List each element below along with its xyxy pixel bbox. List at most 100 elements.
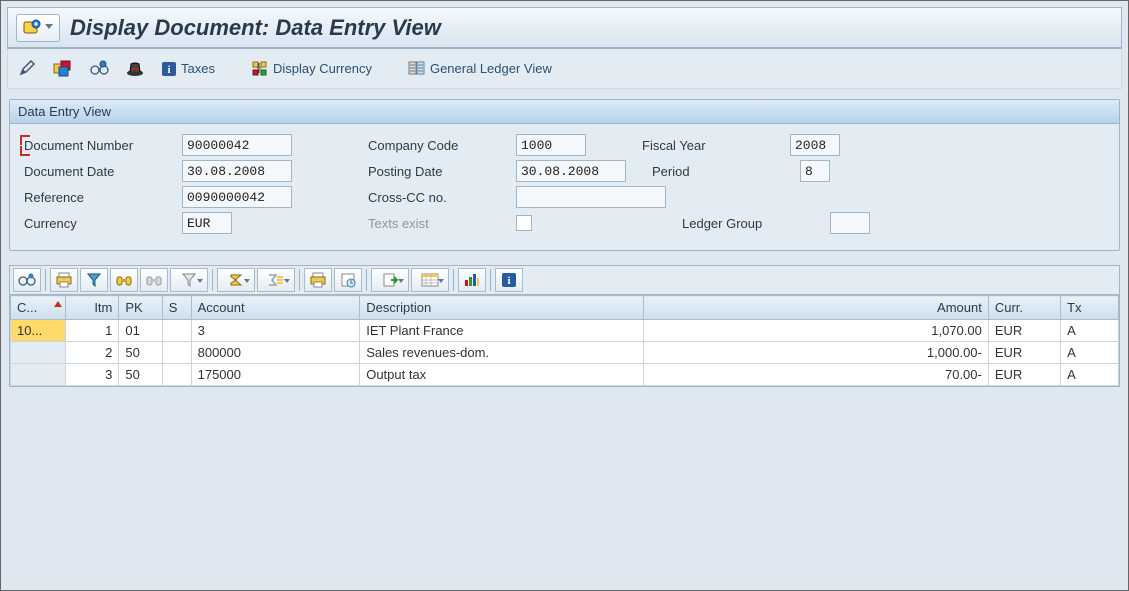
funnel-icon bbox=[182, 272, 196, 288]
app-window: Display Document: Data Entry View bbox=[0, 0, 1129, 591]
total-button[interactable] bbox=[217, 268, 255, 292]
ledger-group-field[interactable] bbox=[830, 212, 870, 234]
binoculars-icon bbox=[116, 272, 132, 288]
col-amount[interactable]: Amount bbox=[644, 296, 988, 320]
sort-asc-icon bbox=[54, 301, 62, 307]
cell-description: Sales revenues-dom. bbox=[360, 342, 644, 364]
doc-number-field[interactable] bbox=[182, 134, 292, 156]
doc-date-label: Document Date bbox=[24, 164, 174, 179]
cell-c bbox=[11, 342, 66, 364]
cell-pk: 50 bbox=[119, 364, 162, 386]
ledger-group-label: Ledger Group bbox=[682, 216, 822, 231]
cell-amount: 1,000.00- bbox=[644, 342, 988, 364]
page-title: Display Document: Data Entry View bbox=[70, 15, 441, 41]
col-c-label: C... bbox=[17, 300, 37, 315]
company-code-field[interactable] bbox=[516, 134, 586, 156]
layout-button[interactable] bbox=[411, 268, 449, 292]
table-row[interactable]: 2 50 800000 Sales revenues-dom. 1,000.00… bbox=[11, 342, 1119, 364]
command-field-button[interactable] bbox=[16, 14, 60, 42]
table-row[interactable]: 3 50 175000 Output tax 70.00- EUR A bbox=[11, 364, 1119, 386]
print-button[interactable] bbox=[50, 268, 78, 292]
cell-account: 3 bbox=[191, 320, 360, 342]
display-currency-button[interactable]: Display Currency bbox=[246, 56, 377, 82]
cell-tx: A bbox=[1061, 342, 1119, 364]
cell-tx: A bbox=[1061, 364, 1119, 386]
cell-description: Output tax bbox=[360, 364, 644, 386]
fiscal-year-field[interactable] bbox=[790, 134, 840, 156]
cell-amount: 70.00- bbox=[644, 364, 988, 386]
data-entry-panel: Data Entry View Document Number Company … bbox=[9, 99, 1120, 251]
other-document-button[interactable] bbox=[84, 56, 114, 82]
cell-c: 10... bbox=[11, 320, 66, 342]
currency-icon bbox=[251, 60, 269, 78]
col-tx[interactable]: Tx bbox=[1061, 296, 1119, 320]
glasses-icon bbox=[18, 272, 36, 288]
details-button[interactable] bbox=[13, 268, 41, 292]
doc-date-field[interactable] bbox=[182, 160, 292, 182]
currency-field[interactable] bbox=[182, 212, 232, 234]
col-account[interactable]: Account bbox=[191, 296, 360, 320]
period-label: Period bbox=[652, 164, 792, 179]
cell-account: 800000 bbox=[191, 342, 360, 364]
col-s[interactable]: S bbox=[162, 296, 191, 320]
cell-account: 175000 bbox=[191, 364, 360, 386]
col-company-code[interactable]: C... bbox=[11, 296, 66, 320]
cell-description: IET Plant France bbox=[360, 320, 644, 342]
view-button[interactable] bbox=[334, 268, 362, 292]
reference-field[interactable] bbox=[182, 186, 292, 208]
texts-exist-label: Texts exist bbox=[368, 216, 508, 231]
subtotal-button[interactable] bbox=[257, 268, 295, 292]
currency-label: Currency bbox=[24, 216, 174, 231]
cell-s bbox=[162, 342, 191, 364]
cell-curr: EUR bbox=[988, 342, 1060, 364]
filter-button[interactable] bbox=[80, 268, 108, 292]
graphic-button[interactable] bbox=[458, 268, 486, 292]
col-item[interactable]: Itm bbox=[66, 296, 119, 320]
print-preview-button[interactable] bbox=[120, 56, 150, 82]
cell-s bbox=[162, 364, 191, 386]
period-field[interactable] bbox=[800, 160, 830, 182]
cell-itm: 3 bbox=[66, 364, 119, 386]
ledger-icon bbox=[408, 60, 426, 78]
command-icon bbox=[23, 19, 41, 37]
print-grid-button[interactable] bbox=[304, 268, 332, 292]
col-description[interactable]: Description bbox=[360, 296, 644, 320]
display-currency-label: Display Currency bbox=[273, 61, 372, 76]
info-grid-button[interactable]: i bbox=[495, 268, 523, 292]
table-row[interactable]: 10... 1 01 3 IET Plant France 1,070.00 E… bbox=[11, 320, 1119, 342]
clock-sheet-icon bbox=[340, 272, 356, 288]
find-button[interactable] bbox=[110, 268, 138, 292]
glasses-globe-icon bbox=[89, 60, 109, 78]
svg-text:i: i bbox=[167, 64, 170, 76]
panel-body: Document Number Company Code Fiscal Year… bbox=[10, 124, 1119, 250]
set-filter-button[interactable] bbox=[170, 268, 208, 292]
cell-tx: A bbox=[1061, 320, 1119, 342]
taxes-label: Taxes bbox=[181, 61, 215, 76]
services-button[interactable] bbox=[48, 56, 78, 82]
cell-curr: EUR bbox=[988, 320, 1060, 342]
col-curr[interactable]: Curr. bbox=[988, 296, 1060, 320]
export-button[interactable] bbox=[371, 268, 409, 292]
chart-icon bbox=[464, 273, 480, 287]
gl-view-label: General Ledger View bbox=[430, 61, 552, 76]
cell-s bbox=[162, 320, 191, 342]
filter-icon bbox=[87, 272, 101, 288]
cross-cc-field[interactable] bbox=[516, 186, 666, 208]
change-button[interactable] bbox=[14, 56, 42, 82]
texts-exist-checkbox[interactable] bbox=[516, 215, 532, 231]
info-icon: i bbox=[161, 61, 177, 77]
printer-icon bbox=[56, 272, 72, 288]
title-bar: Display Document: Data Entry View bbox=[7, 7, 1122, 49]
panel-header: Data Entry View bbox=[10, 100, 1119, 124]
reference-label: Reference bbox=[24, 190, 174, 205]
app-toolbar: i Taxes Display Currency General Ledger … bbox=[7, 49, 1122, 89]
subtotal-icon bbox=[268, 273, 284, 287]
hat-icon bbox=[125, 60, 145, 78]
grid-toolbar: i bbox=[9, 265, 1120, 295]
col-pk[interactable]: PK bbox=[119, 296, 162, 320]
taxes-button[interactable]: i Taxes bbox=[156, 56, 220, 82]
general-ledger-view-button[interactable]: General Ledger View bbox=[403, 56, 557, 82]
posting-date-field[interactable] bbox=[516, 160, 626, 182]
find-next-button[interactable] bbox=[140, 268, 168, 292]
cell-pk: 01 bbox=[119, 320, 162, 342]
